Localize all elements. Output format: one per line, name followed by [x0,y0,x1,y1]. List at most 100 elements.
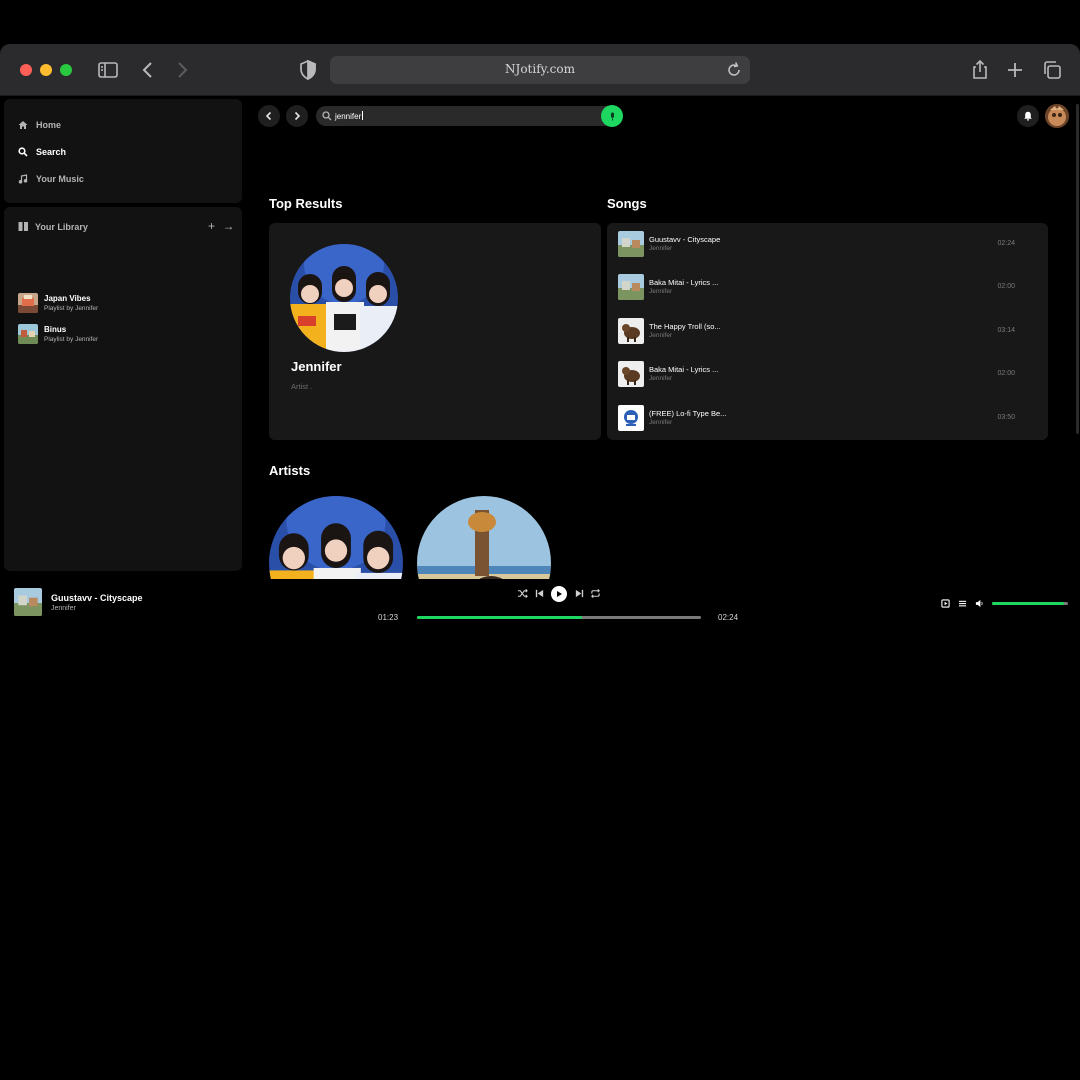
player-bar: Guustavv - Cityscape Jennifer 01:23 02:2… [0,579,1080,644]
song-artist: Jennifer [649,245,673,252]
artist-card[interactable] [269,496,403,579]
song-title: Guustavv - Cityscape [649,235,721,244]
song-row[interactable]: Baka Mitai - Lyrics ... Jennifer 02:00 [617,360,1037,388]
song-row[interactable]: Guustavv - Cityscape Jennifer 02:24 [617,230,1037,258]
sidebar-item-home[interactable]: Home [18,117,61,133]
song-cover [618,361,644,387]
top-result-type: Artist . [291,382,313,391]
song-title: The Happy Troll (so... [649,322,721,331]
song-artist: Jennifer [649,419,673,426]
queue-icon [958,600,966,606]
library-title: Your Library [35,221,88,232]
new-tab-icon[interactable] [1003,58,1027,82]
playlist-subtitle: Playlist by Jennifer [44,304,99,312]
chevron-left-icon [265,111,272,121]
song-duration: 02:00 [997,283,1015,290]
volume-fill [992,602,1065,605]
previous-button[interactable] [532,586,546,600]
song-cover [618,405,644,431]
artists-heading: Artists [269,463,311,478]
volume-slider[interactable] [992,602,1068,605]
microphone-icon [610,111,614,121]
main-content: jennifer Top Results Songs Jennifer Arti… [246,99,1080,579]
current-time: 01:23 [378,613,399,622]
add-icon[interactable]: + [206,219,217,233]
volume-button[interactable] [973,597,985,609]
back-button[interactable] [258,105,280,127]
playlist-item-japan-vibes[interactable]: Japan Vibes Playlist by Jennifer [18,291,228,315]
music-note-icon [18,174,28,184]
repeat-icon [590,588,600,598]
artist-image [290,244,398,352]
forward-icon[interactable] [170,58,194,82]
address-bar[interactable]: NJotify.com [330,56,750,84]
library-panel: Your Library + → Japan Vibes Playlist by… [4,207,242,571]
reload-icon[interactable] [724,60,744,80]
search-icon [18,147,28,157]
play-button[interactable] [551,586,567,602]
search-query: jennifer [335,112,362,121]
now-playing-artist: Jennifer [51,605,76,612]
zoom-window-button[interactable] [60,64,72,76]
song-row[interactable]: Baka Mitai - Lyrics ... Jennifer 02:00 [617,273,1037,301]
next-button[interactable] [572,586,586,600]
song-duration: 03:14 [997,327,1015,334]
top-results-heading: Top Results [269,196,343,211]
progress-bar[interactable] [417,616,701,619]
browser-window: NJotify.com Home Search Your Music Your … [0,44,1080,644]
queue-button[interactable] [956,597,968,609]
home-icon [18,120,28,130]
arrow-right-icon[interactable]: → [223,219,235,233]
bell-icon [1024,111,1032,121]
url-text: NJotify.com [505,62,575,76]
sidebar-item-label: Your Music [36,174,84,184]
sidebar-item-label: Home [36,120,62,130]
song-row[interactable]: The Happy Troll (so... Jennifer 03:14 [617,317,1037,345]
song-cover [618,318,644,344]
now-playing-title: Guustavv - Cityscape [51,593,143,603]
progress-fill [417,616,582,619]
song-title: Baka Mitai - Lyrics ... [649,278,719,287]
playlist-item-binus[interactable]: Binus Playlist by Jennifer [18,322,228,346]
artist-card[interactable] [417,496,551,579]
search-input[interactable]: jennifer [316,106,622,126]
playlist-subtitle: Playlist by Jennifer [44,335,99,343]
top-result-card[interactable]: Jennifer Artist . [269,223,601,440]
volume-icon [975,599,983,607]
sidebar-toggle-icon[interactable] [96,58,120,82]
song-cover [618,274,644,300]
playlist-cover [18,293,38,313]
sidebar-item-your-music[interactable]: Your Music [18,171,84,187]
shuffle-icon [517,588,528,598]
chevron-right-icon [294,111,301,121]
sidebar-nav: Home Search Your Music [4,99,242,203]
forward-button[interactable] [286,105,308,127]
tab-overview-icon[interactable] [1040,58,1064,82]
voice-search-button[interactable] [601,105,623,127]
library-header[interactable]: Your Library [18,221,88,232]
repeat-button[interactable] [588,586,602,600]
song-artist: Jennifer [649,375,673,382]
notifications-button[interactable] [1017,105,1039,127]
library-icon [18,222,28,231]
song-duration: 02:24 [997,240,1015,247]
page-scrollbar[interactable] [1076,104,1079,434]
shield-icon[interactable] [296,58,320,82]
songs-heading: Songs [607,196,647,211]
shuffle-button[interactable] [515,586,529,600]
playlist-title: Binus [44,324,67,334]
minimize-window-button[interactable] [40,64,52,76]
song-cover [618,231,644,257]
skip-forward-icon [575,589,583,597]
avatar[interactable] [1045,104,1069,128]
now-playing-cover [14,588,42,616]
song-artist: Jennifer [649,332,673,339]
search-icon [322,111,332,121]
now-playing-view-button[interactable] [939,597,951,609]
close-window-button[interactable] [20,64,32,76]
song-row[interactable]: (FREE) Lo-fi Type Be... Jennifer 03:50 [617,404,1037,432]
back-icon[interactable] [136,58,160,82]
song-artist: Jennifer [649,288,673,295]
sidebar-item-search[interactable]: Search [18,144,66,160]
share-icon[interactable] [968,58,992,82]
